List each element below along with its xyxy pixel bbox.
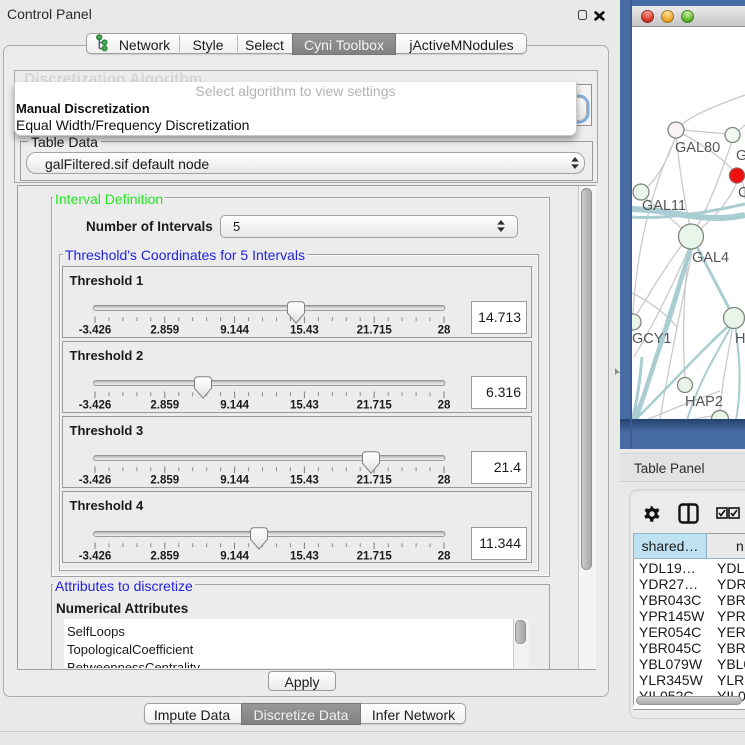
- svg-text:-3.426: -3.426: [79, 551, 112, 563]
- svg-text:2.859: 2.859: [150, 475, 179, 487]
- svg-text:28: 28: [438, 325, 451, 337]
- svg-text:9.144: 9.144: [220, 400, 249, 412]
- svg-text:HAP2: HAP2: [685, 394, 723, 410]
- svg-text:GAL80: GAL80: [675, 140, 720, 156]
- svg-text:15.43: 15.43: [290, 551, 319, 563]
- svg-text:21.715: 21.715: [357, 400, 393, 412]
- svg-text:9.144: 9.144: [220, 475, 249, 487]
- svg-text:28: 28: [438, 400, 451, 412]
- svg-text:21.715: 21.715: [357, 475, 393, 487]
- svg-text:21.715: 21.715: [357, 325, 393, 337]
- svg-text:C: C: [738, 185, 745, 201]
- svg-text:2.859: 2.859: [150, 551, 179, 563]
- svg-text:2.859: 2.859: [150, 400, 179, 412]
- svg-text:2.859: 2.859: [150, 325, 179, 337]
- svg-text:9.144: 9.144: [220, 551, 249, 563]
- svg-text:9.144: 9.144: [220, 325, 249, 337]
- svg-text:-3.426: -3.426: [79, 475, 112, 487]
- svg-text:15.43: 15.43: [290, 400, 319, 412]
- svg-text:15.43: 15.43: [290, 325, 319, 337]
- svg-text:28: 28: [438, 475, 451, 487]
- svg-text:H: H: [735, 331, 745, 347]
- svg-text:21.715: 21.715: [357, 551, 393, 563]
- svg-text:GAL4: GAL4: [692, 250, 729, 266]
- svg-text:-3.426: -3.426: [79, 325, 112, 337]
- svg-text:GA: GA: [736, 148, 745, 164]
- svg-text:GAL11: GAL11: [642, 198, 686, 214]
- svg-text:GCY1: GCY1: [632, 331, 672, 347]
- svg-text:15.43: 15.43: [290, 475, 319, 487]
- svg-text:28: 28: [438, 551, 451, 563]
- svg-text:-3.426: -3.426: [79, 400, 112, 412]
